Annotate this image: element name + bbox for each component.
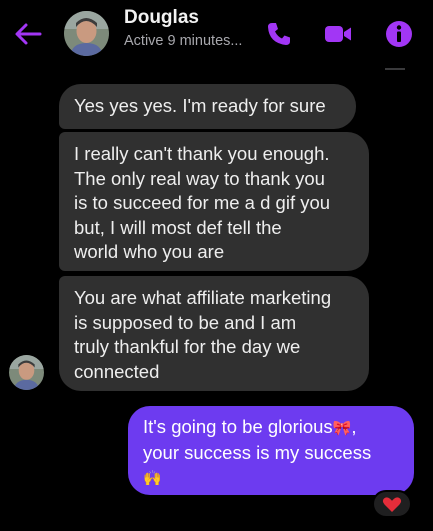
- ribbon-icon: 🎀: [332, 420, 352, 437]
- message-line: is supposed to be and I am: [74, 311, 297, 333]
- message-reaction[interactable]: [372, 490, 412, 518]
- message-line: world who you are: [74, 241, 225, 262]
- incoming-message[interactable]: I really can't thank you enough. The onl…: [59, 132, 369, 271]
- conversation-info-button[interactable]: [384, 19, 414, 49]
- incoming-message[interactable]: You are what affiliate marketing is supp…: [59, 276, 369, 391]
- phone-icon: [268, 23, 290, 45]
- message-line: is to succeed for me a d gif you: [74, 192, 331, 213]
- message-line: You are what affiliate marketing: [74, 287, 332, 308]
- message-line: 🙌: [143, 465, 399, 491]
- message-line: It's going to be glorious🎀,: [143, 416, 357, 437]
- outgoing-message[interactable]: It's going to be glorious🎀, your success…: [128, 406, 414, 495]
- arrow-left-icon: [15, 23, 42, 45]
- heart-icon: [382, 497, 402, 512]
- message-line: truly thankful for the day we: [74, 336, 301, 357]
- incoming-message[interactable]: Yes yes yes. I'm ready for sure: [59, 84, 356, 129]
- message-line: but, I will most def tell the: [74, 216, 282, 238]
- video-camera-icon: [325, 26, 351, 42]
- message-line: The only real way to thank you: [74, 167, 325, 189]
- conversation-header: Douglas Active 9 minutes...: [0, 0, 433, 70]
- contact-avatar[interactable]: [64, 11, 109, 56]
- raised-hands-icon: 🙌: [143, 470, 162, 487]
- video-call-button[interactable]: [323, 19, 353, 49]
- info-icon: [386, 21, 412, 47]
- message-line: connected: [74, 360, 160, 382]
- message-line: your success is my success: [143, 442, 372, 463]
- sender-avatar[interactable]: [9, 355, 44, 390]
- contact-name: Douglas: [124, 7, 199, 28]
- voice-call-button[interactable]: [264, 19, 294, 49]
- message-line: I really can't thank you enough.: [74, 143, 330, 164]
- back-button[interactable]: [12, 20, 44, 48]
- active-status: Active 9 minutes...: [124, 33, 243, 49]
- message-text: Yes yes yes. I'm ready for sure: [74, 95, 326, 116]
- divider: [385, 68, 405, 70]
